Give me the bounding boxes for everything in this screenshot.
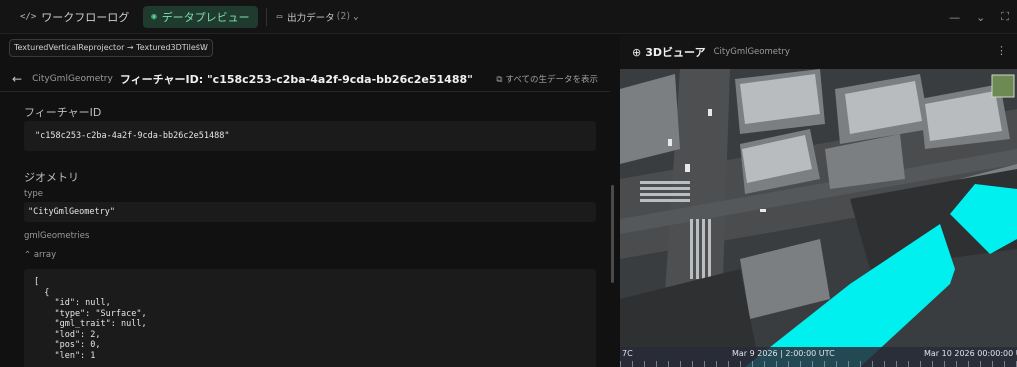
gml-geometries-label: gmlGeometries xyxy=(24,231,90,241)
timeline-bar[interactable]: 7C Mar 9 2026 | 2:00:00 UTC Mar 10 2026 … xyxy=(620,347,1017,367)
json-line: "gml_trait": null, xyxy=(34,319,147,329)
type-label: type xyxy=(24,189,43,199)
tab-data-preview[interactable]: ◉ データプレビュー xyxy=(143,5,258,28)
tab-divider xyxy=(265,7,267,26)
code-icon: </> xyxy=(20,11,37,22)
window-controls: — ⌄ ⛶ xyxy=(949,0,1009,34)
json-line: "pos": 0, xyxy=(34,340,101,350)
timeline-current-label: Mar 9 2026 | 2:00:00 UTC xyxy=(732,349,835,358)
output-data-label: 出力データ xyxy=(287,12,335,24)
eye-icon: ◉ xyxy=(151,11,157,22)
json-line: "lod": 2, xyxy=(34,329,101,340)
type-value: "CityGmlGeometry" xyxy=(24,202,596,222)
chevron-up-icon: ⌃ xyxy=(24,250,34,260)
chevron-down-icon[interactable]: ⌄ xyxy=(976,11,985,24)
feature-id-heading: フィーチャーID xyxy=(24,106,102,119)
feature-type-label: CityGmlGeometry xyxy=(32,73,113,84)
feature-id-value: "c158c253-c2ba-4a2f-9cda-bb26c2e51488" xyxy=(24,121,596,151)
fullscreen-icon[interactable]: ⛶ xyxy=(1001,10,1009,24)
show-raw-data-link[interactable]: ⧉ すべての生データを表示 xyxy=(496,73,598,85)
feature-title: フィーチャーID: "c158c253-c2ba-4a2f-9cda-bb26c… xyxy=(119,72,473,86)
aerial-scene-image xyxy=(620,69,1017,367)
output-data-count: (2) xyxy=(336,11,351,22)
3d-map-viewport[interactable] xyxy=(620,69,1017,367)
json-line: "len": 1 xyxy=(34,350,96,361)
gml-geometries-json: [ { "id": null, "type": "Surface", "gml_… xyxy=(24,269,596,367)
folder-icon: ▭ xyxy=(276,11,283,22)
json-line: "type": "Surface", xyxy=(34,308,147,319)
show-raw-data-label: すべての生データを表示 xyxy=(505,75,598,85)
top-toolbar: </> ワークフローログ ◉ データプレビュー ▭ 出力データ (2) ⌄ — … xyxy=(0,0,1017,34)
timeline-start-label: 7C xyxy=(622,349,633,358)
edge-selector-value: TexturedVerticalReprojector → Textured3D… xyxy=(14,43,208,52)
more-options-icon[interactable]: ⋮ xyxy=(996,44,1007,57)
data-preview-panel: TexturedVerticalReprojector → Textured3D… xyxy=(0,35,614,367)
array-label: array xyxy=(33,250,57,260)
json-line: { xyxy=(34,287,50,298)
geometry-heading: ジオメトリ xyxy=(24,171,79,184)
json-line: "id": null, xyxy=(34,298,111,308)
output-data-dropdown[interactable]: ▭ 出力データ (2) ⌄ xyxy=(273,6,363,28)
back-arrow-icon[interactable]: ← xyxy=(12,72,22,86)
feature-header: ← CityGmlGeometry フィーチャーID: "c158c253-c2… xyxy=(0,66,610,92)
minimize-icon[interactable]: — xyxy=(949,11,960,24)
tab-data-preview-label: データプレビュー xyxy=(161,10,250,24)
viewer-title: 3Dビューア xyxy=(645,46,706,59)
tab-workflow-log-label: ワークフローログ xyxy=(41,10,130,24)
array-toggle[interactable]: ⌃ array xyxy=(24,250,56,260)
viewer-header: ⊕ 3Dビューア CityGmlGeometry ⋮ xyxy=(620,35,1017,69)
tab-workflow-log[interactable]: </> ワークフローログ xyxy=(12,6,137,28)
external-link-icon: ⧉ xyxy=(496,75,503,85)
viewer-subtitle: CityGmlGeometry xyxy=(713,47,790,57)
globe-icon: ⊕ xyxy=(632,45,642,59)
timeline-end-label: Mar 10 2026 00:00:00 U xyxy=(924,349,1017,358)
timeline-ticks xyxy=(620,361,1017,367)
viewer-panel: ⊕ 3Dビューア CityGmlGeometry ⋮ 7C Mar 9 2026… xyxy=(620,35,1017,367)
select-chevron-icon: ⌃⌄ xyxy=(194,43,208,52)
chevron-down-icon: ⌄ xyxy=(353,11,359,22)
scrollbar[interactable] xyxy=(611,185,614,283)
json-line: [ xyxy=(34,277,40,287)
edge-selector[interactable]: TexturedVerticalReprojector → Textured3D… xyxy=(9,39,213,57)
